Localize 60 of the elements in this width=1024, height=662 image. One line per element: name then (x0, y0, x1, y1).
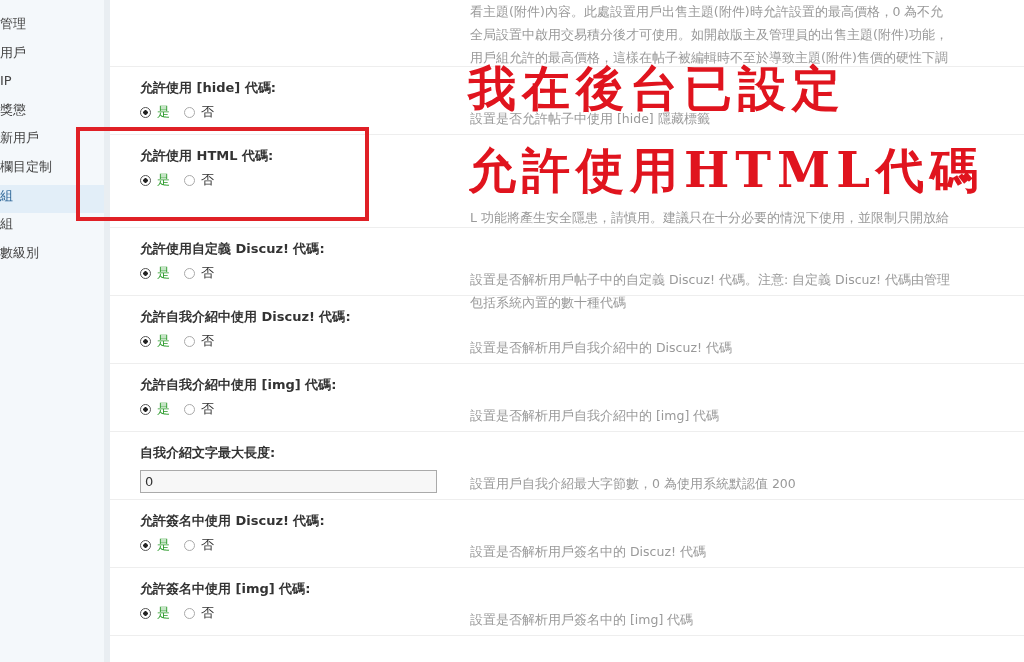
setting-description: 設置是否允許帖子中使用 [hide] 隱藏標籤 (470, 111, 710, 128)
radio-label: 否 (201, 536, 214, 554)
setting-label: 允許使用自定義 Discuz! 代碼: (140, 240, 326, 258)
setting-description: 設置是否解析用戶帖子中的自定義 Discuz! 代碼。注意: 自定義 Discuz! 代碼由管理 (470, 271, 951, 289)
radio-label: 是 (157, 171, 170, 189)
setting-description: L 功能將產生安全隱患，請慎用。建議只在十分必要的情況下使用，並限制只開放給 (470, 209, 949, 227)
setting-description: 設置是否解析用戶自我介紹中的 [img] 代碼 (470, 407, 720, 425)
radio-label: 否 (201, 604, 214, 622)
annotation-text: 我在後台已設定 (468, 64, 846, 112)
radio-label: 是 (157, 103, 170, 121)
annotation-text: 允許使用HTML代碼 (468, 146, 984, 194)
setting-description: 設置用戶自我介紹最大字節數，0 為使用系統默認值 200 (470, 475, 796, 493)
sidebar-item[interactable]: 欄目定制 (0, 155, 104, 185)
setting-description: 設置是否解析用戶簽名中的 [img] 代碼 (470, 611, 694, 629)
radio-button[interactable] (184, 335, 195, 347)
radio-button[interactable] (140, 403, 151, 415)
radio-label: 是 (157, 400, 170, 418)
setting-description: 設置是否解析用戶自我介紹中的 Discuz! 代碼 (470, 339, 732, 357)
setting-label: 允許簽名中使用 [img] 代碼: (140, 580, 312, 598)
radio-button[interactable] (140, 539, 151, 551)
radio-button[interactable] (140, 106, 151, 118)
radio-button[interactable] (140, 335, 151, 347)
setting-description: 用戶組允許的最高價格，這樣在帖子被編輯時不至於導致主題(附件)售價的硬性下調 (470, 49, 948, 65)
setting-label: 允許自我介紹中使用 Discuz! 代碼: (140, 308, 352, 326)
radio-label: 否 (201, 332, 214, 350)
setting-description: 看主題(附件)內容。此處設置用戶出售主題(附件)時允許設置的最高價格，0 為不允 (470, 3, 945, 21)
radio-label: 否 (201, 171, 214, 189)
radio-button[interactable] (140, 174, 151, 186)
radio-label: 是 (157, 264, 170, 282)
sidebar-item[interactable]: 管理 (0, 13, 104, 42)
input-field[interactable]: 0 (140, 470, 437, 493)
radio-label: 是 (157, 604, 170, 622)
sidebar-item[interactable]: 用戶 (0, 41, 104, 71)
sidebar-item[interactable]: 數級別 (0, 241, 104, 271)
setting-label: 允許使用 [hide] 代碼: (140, 79, 277, 97)
sidebar-item[interactable]: 新用戶 (0, 127, 104, 156)
radio-button[interactable] (184, 539, 195, 551)
radio-button[interactable] (184, 106, 195, 118)
setting-label: 允許簽名中使用 Discuz! 代碼: (140, 512, 326, 530)
setting-description: 全局設置中啟用交易積分後才可使用。如開啟版主及管理員的出售主題(附件)功能， (470, 26, 948, 44)
radio-button[interactable] (184, 607, 195, 619)
sidebar-item[interactable]: 組 (0, 184, 104, 214)
setting-description: 設置是否解析用戶簽名中的 Discuz! 代碼 (470, 543, 706, 561)
radio-label: 否 (201, 103, 214, 121)
sidebar-item[interactable]: 獎懲 (0, 98, 104, 128)
radio-button[interactable] (140, 267, 151, 279)
radio-button[interactable] (140, 607, 151, 619)
setting-label: 允許自我介紹中使用 [img] 代碼: (140, 376, 338, 394)
sidebar-item[interactable]: IP (0, 70, 104, 99)
radio-button[interactable] (184, 174, 195, 186)
radio-button[interactable] (184, 267, 195, 279)
setting-label: 自我介紹文字最大長度: (140, 444, 277, 462)
radio-button[interactable] (184, 403, 195, 415)
radio-label: 否 (201, 264, 214, 282)
setting-description: 包括系統內置的數十種代碼 (470, 294, 627, 312)
sidebar-item[interactable]: 組 (0, 213, 104, 242)
radio-label: 是 (157, 536, 170, 554)
setting-label: 允許使用 HTML 代碼: (140, 147, 275, 165)
radio-label: 否 (201, 400, 214, 418)
radio-label: 是 (157, 332, 170, 350)
